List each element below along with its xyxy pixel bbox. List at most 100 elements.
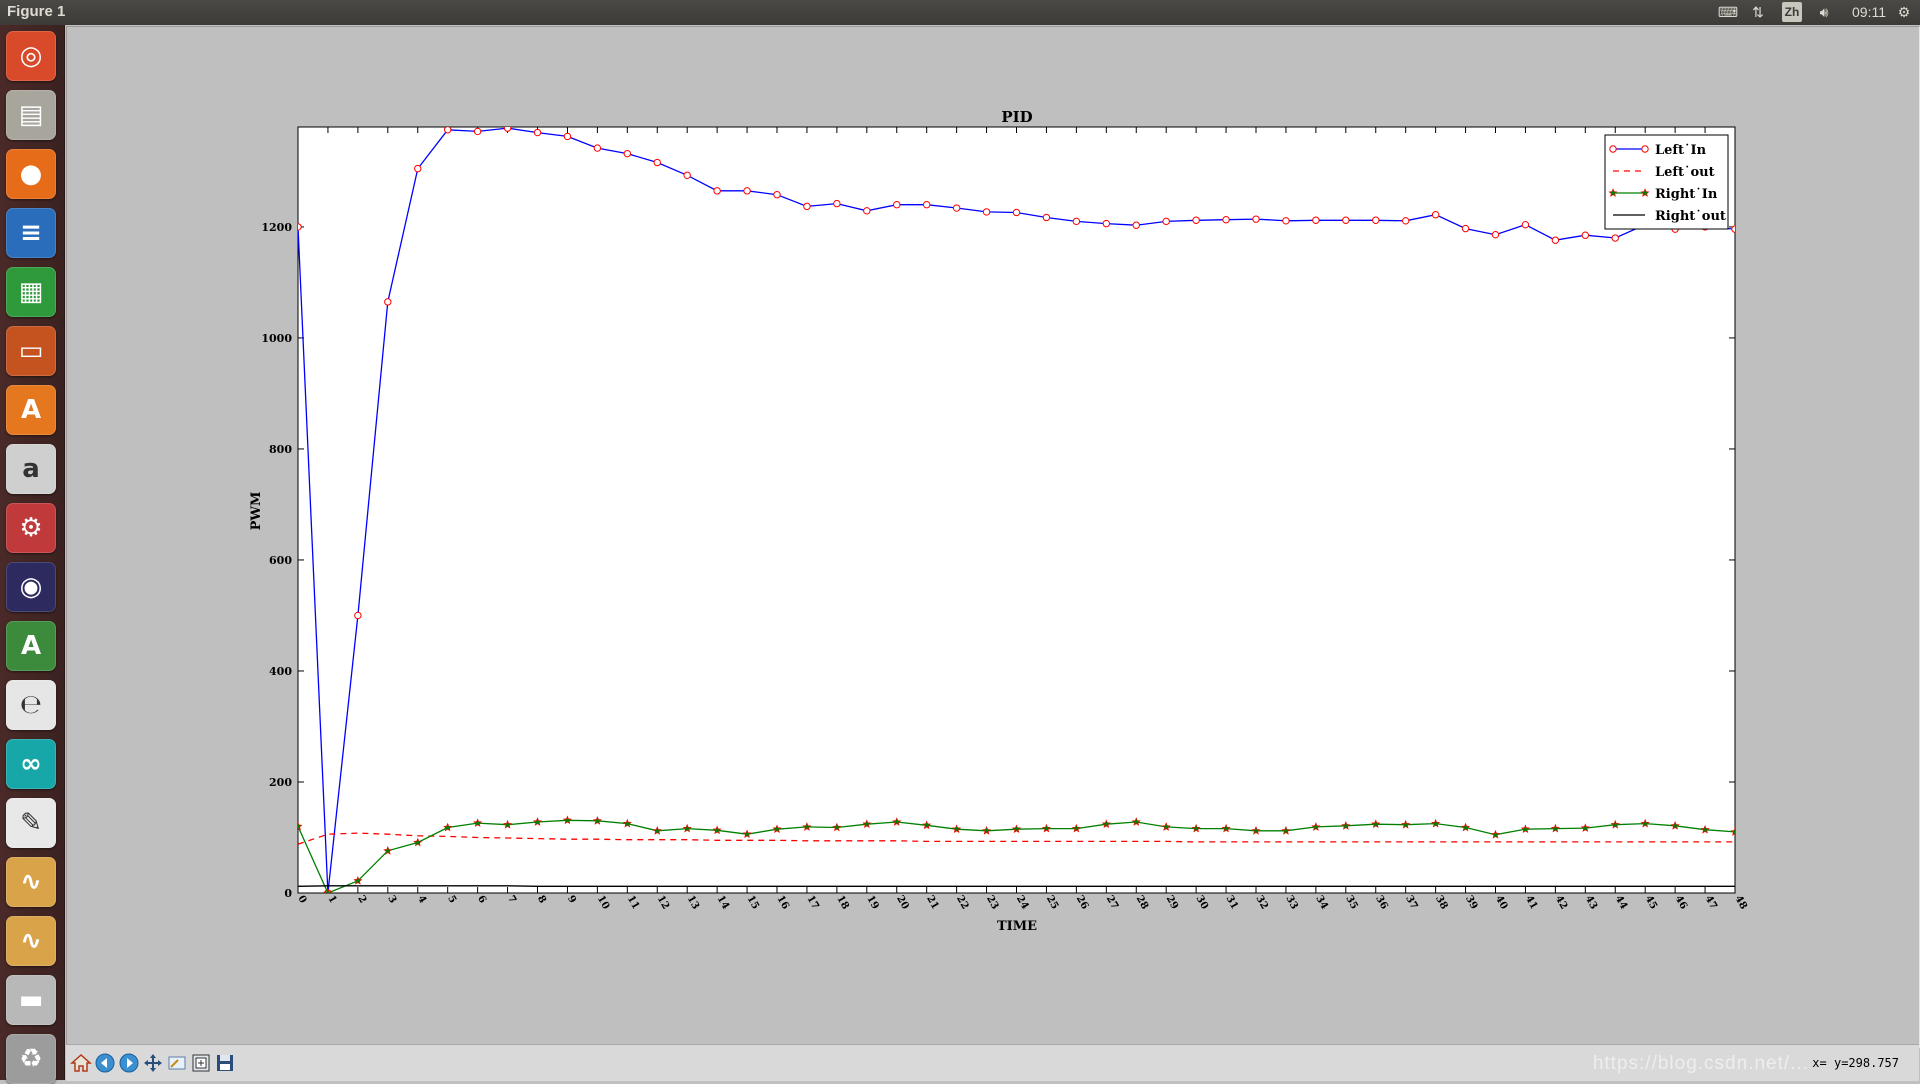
- y-tick-label: 0: [284, 887, 292, 900]
- ubuntu-dash-icon[interactable]: ◎: [6, 31, 56, 81]
- eclipse-icon[interactable]: ◉: [6, 562, 56, 612]
- x-tick-label: 24: [1014, 894, 1031, 912]
- chart-title: PID: [1001, 108, 1032, 126]
- x-axis-label: TIME: [997, 919, 1037, 934]
- firefox-icon[interactable]: ●: [6, 149, 56, 199]
- x-tick-label: 22: [954, 894, 971, 912]
- x-tick-label: 29: [1164, 894, 1181, 912]
- files-icon[interactable]: ▤: [6, 90, 56, 140]
- x-tick-label: 39: [1463, 894, 1480, 912]
- x-tick-label: 44: [1613, 894, 1630, 912]
- input-method-indicator[interactable]: Zh: [1782, 2, 1802, 22]
- data-point: [713, 187, 721, 195]
- amazon-icon[interactable]: a: [6, 444, 56, 494]
- data-point: [982, 208, 991, 216]
- data-point: [1012, 208, 1021, 217]
- home-icon: [70, 1053, 92, 1072]
- data-point: [683, 171, 691, 179]
- forward-button[interactable]: [116, 1050, 142, 1076]
- legend-label: Right˙out: [1655, 209, 1726, 224]
- data-point: [503, 127, 512, 132]
- data-point: [1431, 211, 1440, 219]
- text-editor-icon[interactable]: ✎: [6, 798, 56, 848]
- x-tick-label: 6: [475, 894, 488, 906]
- zoom-button[interactable]: [164, 1050, 190, 1076]
- trash-icon[interactable]: ♻: [6, 1034, 56, 1084]
- save-button[interactable]: [212, 1050, 238, 1076]
- y-tick-label: 1000: [261, 332, 292, 345]
- keyboard-icon[interactable]: ⌨: [1718, 2, 1738, 22]
- move-icon: [144, 1054, 162, 1072]
- impress-icon[interactable]: ▭: [6, 326, 56, 376]
- volume-icon[interactable]: 🔊︎: [1813, 2, 1835, 22]
- pdf-viewer-icon[interactable]: ℮: [6, 680, 56, 730]
- watermark: https://blog.csdn.net/...: [1592, 1053, 1809, 1074]
- arduino-icon[interactable]: ∞: [6, 739, 56, 789]
- data-point: [623, 149, 632, 158]
- data-point: [863, 207, 871, 215]
- x-tick-label: 28: [1134, 894, 1151, 912]
- writer-icon[interactable]: ≡: [6, 208, 56, 258]
- home-button[interactable]: [68, 1050, 94, 1076]
- x-tick-label: 41: [1523, 894, 1539, 912]
- updater-icon[interactable]: A: [6, 621, 56, 671]
- clock[interactable]: 09:11: [1849, 2, 1889, 22]
- x-tick-label: 34: [1313, 894, 1330, 912]
- oscilloscope-icon[interactable]: ∿: [6, 857, 56, 907]
- figure-canvas[interactable]: 0 1 2 3 4 5 6 7 8 9 10 11 12 13 14 15 16 17 18 19 20 21 22 23 24…: [66, 26, 1920, 1048]
- network-icon[interactable]: ⇅: [1748, 2, 1768, 22]
- disk-icon[interactable]: ▬: [6, 975, 56, 1025]
- settings-icon[interactable]: ⚙: [6, 503, 56, 553]
- x-tick-label: 14: [715, 894, 732, 912]
- x-tick-label: 17: [804, 894, 821, 912]
- x-tick-label: 36: [1373, 894, 1390, 912]
- data-point: [952, 204, 961, 212]
- pid-chart[interactable]: 0 1 2 3 4 5 6 7 8 9 10 11 12 13 14 15 16 17 18 19 20 21 22 23 24…: [67, 27, 1919, 1047]
- data-point: [1581, 231, 1590, 239]
- legend-marker: [1609, 145, 1617, 153]
- data-point: [298, 223, 302, 231]
- x-tick-label: 42: [1553, 894, 1570, 912]
- back-button[interactable]: [92, 1050, 118, 1076]
- oscilloscope2-icon[interactable]: ∿: [6, 916, 56, 966]
- data-point: [653, 158, 661, 167]
- y-tick-label: 600: [269, 554, 292, 567]
- floppy-disk-icon: [217, 1055, 233, 1071]
- x-tick-label: 37: [1403, 894, 1420, 912]
- pan-button[interactable]: [140, 1050, 166, 1076]
- x-tick-label: 13: [685, 894, 702, 912]
- legend: Left˙In Left˙out Right˙In Right˙out: [1604, 134, 1729, 230]
- data-point: [414, 164, 422, 173]
- figure-toolbar: https://blog.csdn.net/... x= y=298.757: [66, 1044, 1919, 1081]
- y-tick-label: 200: [269, 776, 292, 789]
- data-point: [1042, 213, 1051, 222]
- x-tick-label: 46: [1673, 894, 1690, 912]
- y-tick-label: 400: [269, 665, 292, 678]
- data-point: [384, 298, 392, 306]
- software-center-icon[interactable]: A: [6, 385, 56, 435]
- calc-icon[interactable]: ▦: [6, 267, 56, 317]
- data-point: [563, 132, 572, 141]
- data-point: [1372, 216, 1380, 224]
- data-point: [593, 144, 602, 152]
- subplots-button[interactable]: [188, 1050, 214, 1076]
- top-panel: Figure 1 ⌨ ⇅ Zh 🔊︎ 09:11 ⚙: [0, 0, 1920, 25]
- x-tick-label: 18: [834, 894, 851, 912]
- x-tick-label: 12: [655, 894, 672, 912]
- x-tick-label: 25: [1044, 894, 1061, 912]
- cursor-coordinates: x= y=298.757: [1812, 1056, 1899, 1070]
- legend-label: Left˙In: [1655, 143, 1707, 158]
- x-tick-label: 9: [565, 894, 578, 906]
- x-tick-label: 4: [415, 894, 428, 906]
- plot-background: [297, 126, 1736, 894]
- legend-label: Right˙In: [1655, 187, 1718, 202]
- legend-label: Left˙out: [1655, 165, 1715, 180]
- data-point: [1162, 217, 1170, 226]
- series-line: [298, 885, 1735, 887]
- x-tick-label: 10: [595, 894, 612, 912]
- data-point: [1102, 219, 1111, 228]
- data-point: [1222, 215, 1230, 224]
- x-tick-label: 31: [1223, 894, 1239, 912]
- system-gear-icon[interactable]: ⚙: [1894, 2, 1914, 22]
- x-tick-label: 30: [1194, 894, 1211, 912]
